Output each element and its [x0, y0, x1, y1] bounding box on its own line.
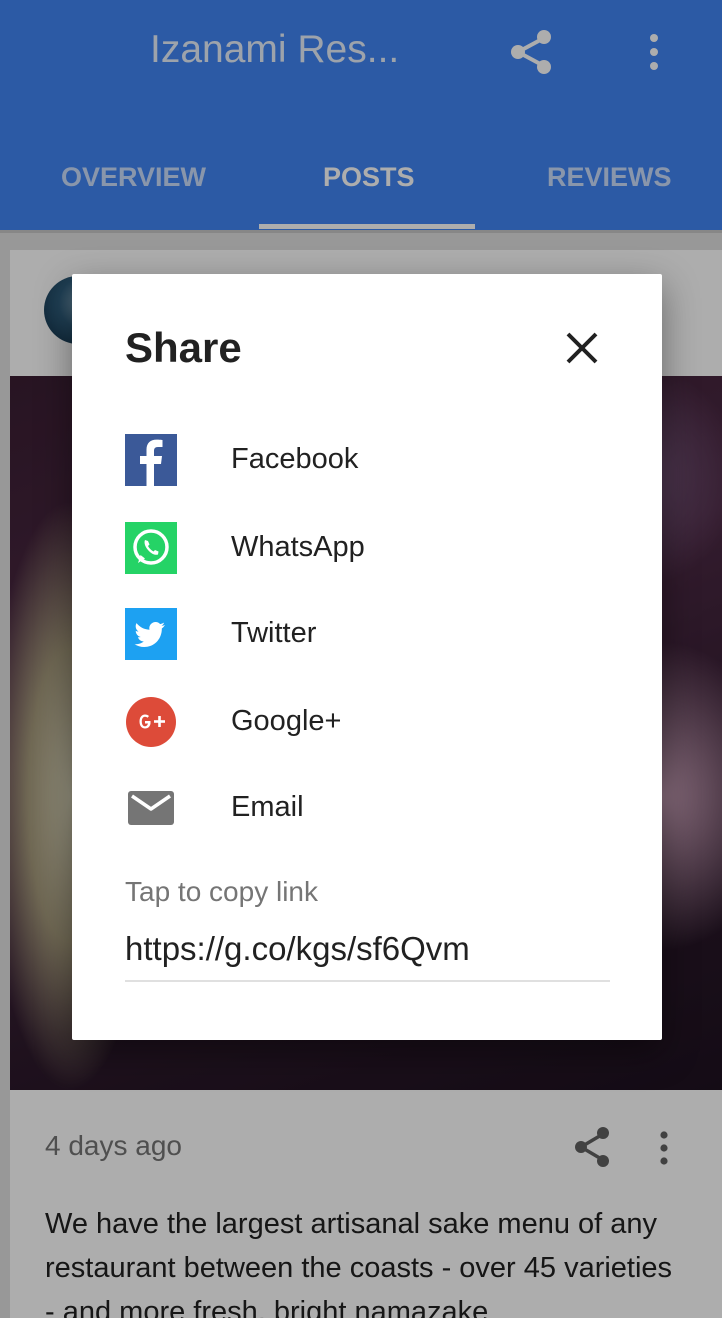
share-link-field[interactable]: https://g.co/kgs/sf6Qvm — [125, 930, 610, 982]
share-dialog: Share Facebook WhatsApp Twitter Google+ … — [72, 274, 662, 1040]
share-item-label: Twitter — [231, 617, 317, 649]
share-email-button[interactable]: Email — [125, 778, 625, 838]
whatsapp-icon — [125, 522, 177, 574]
share-google-plus-button[interactable]: Google+ — [125, 692, 625, 752]
facebook-icon — [125, 434, 177, 486]
share-item-label: Google+ — [231, 705, 342, 737]
close-icon[interactable] — [562, 328, 602, 368]
share-facebook-button[interactable]: Facebook — [125, 430, 625, 490]
dialog-title: Share — [125, 324, 242, 371]
google-plus-icon — [125, 696, 177, 748]
share-item-label: Facebook — [231, 443, 359, 475]
share-item-label: Email — [231, 791, 304, 823]
share-whatsapp-button[interactable]: WhatsApp — [125, 518, 625, 578]
share-twitter-button[interactable]: Twitter — [125, 604, 625, 664]
email-icon — [125, 782, 177, 834]
share-item-label: WhatsApp — [231, 531, 365, 563]
twitter-icon — [125, 608, 177, 660]
copy-link-label: Tap to copy link — [125, 876, 318, 907]
